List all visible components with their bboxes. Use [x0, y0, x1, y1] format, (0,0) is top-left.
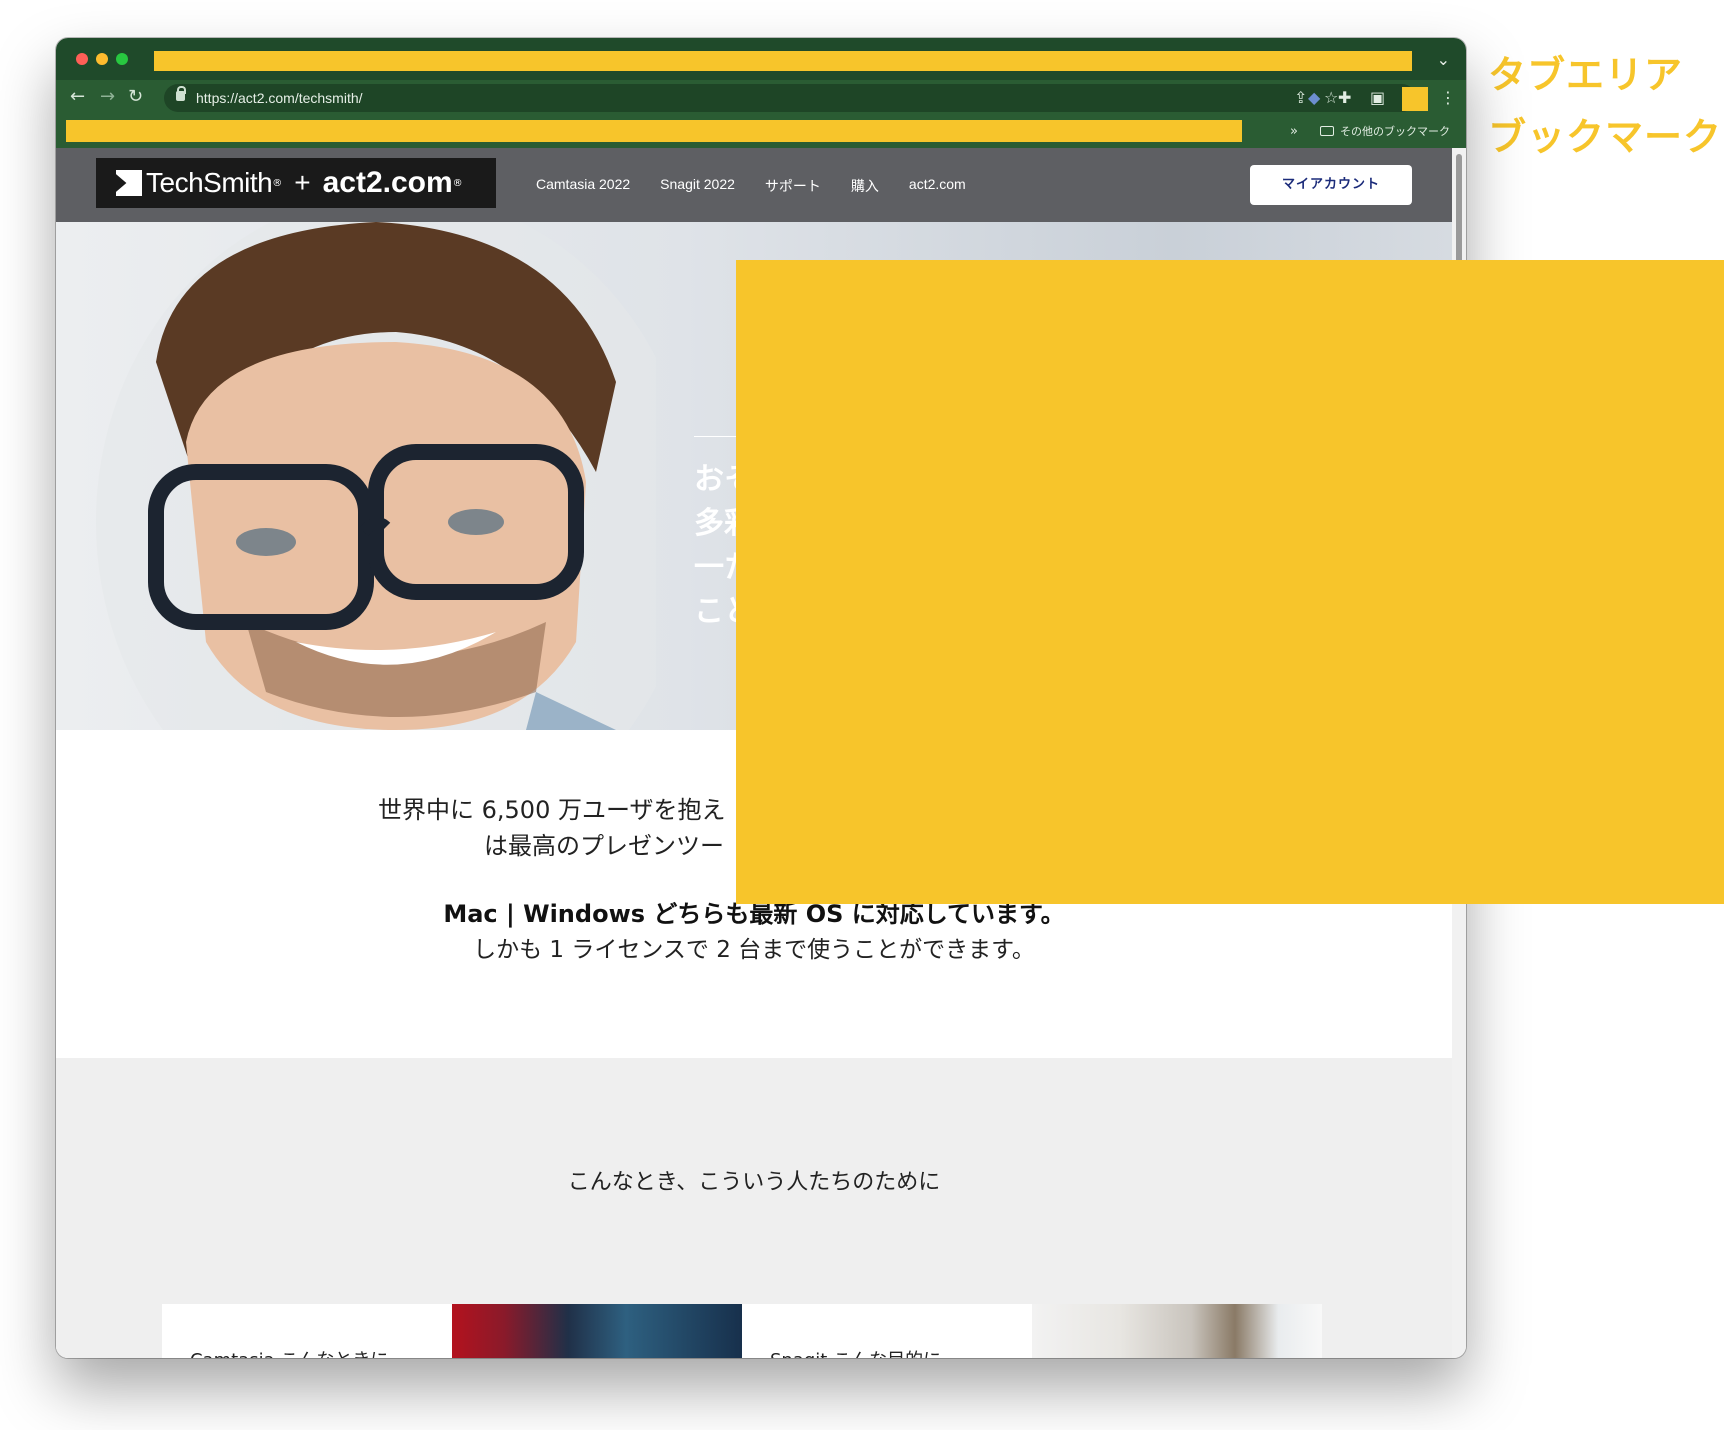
bookmarks-mask — [66, 120, 1242, 142]
logo-brand: TechSmith — [146, 167, 273, 198]
card-title: Snagit こんな目的に — [770, 1346, 941, 1358]
browser-toolbar: ← → ↻ https://act2.com/techsmith/ ⇪ ☆ ◆ … — [56, 80, 1466, 116]
lock-icon — [176, 86, 186, 101]
close-window-button[interactable] — [76, 53, 88, 65]
tab-search-chevron-icon[interactable]: ⌄ — [1437, 50, 1450, 69]
back-arrow-icon[interactable]: ← — [70, 86, 85, 108]
bookmark-star-icon[interactable]: ☆ — [1324, 88, 1338, 107]
lead-text-line2: は最高のプレゼンツー — [484, 832, 724, 860]
card-title: Camtasia こんなときに — [190, 1346, 388, 1358]
card-image — [452, 1304, 742, 1358]
nav-act2[interactable]: act2.com — [909, 176, 966, 196]
nav-support[interactable]: サポート — [765, 176, 821, 196]
hero-person-photo — [96, 222, 656, 730]
other-bookmarks-button[interactable]: その他のブックマーク — [1320, 123, 1450, 139]
logo-plus: + — [294, 167, 311, 198]
side-panel-icon[interactable]: ▣ — [1370, 88, 1385, 107]
nav-purchase[interactable]: 購入 — [851, 176, 879, 196]
menu-kebab-icon[interactable]: ⋮ — [1440, 88, 1456, 107]
logo-partner: act2.com — [322, 166, 453, 199]
redaction-overlay — [736, 260, 1724, 904]
camtasia-card[interactable]: Camtasia こんなときに — [162, 1304, 742, 1358]
lead-text-line1: 世界中に 6,500 万ユーザを抱え — [378, 796, 726, 824]
card-image — [1032, 1304, 1322, 1358]
url-text: https://act2.com/techsmith/ — [196, 90, 363, 106]
stage: タブエリア ブックマーク ⌄ ← → ↻ https://act2.com/te… — [0, 0, 1724, 1430]
nav-camtasia[interactable]: Camtasia 2022 — [536, 176, 630, 196]
site-header: TechSmith ® + act2.com ® Camtasia 2022 S… — [56, 148, 1452, 222]
snagit-card[interactable]: Snagit こんな目的に — [742, 1304, 1322, 1358]
tab-bar: ⌄ — [56, 38, 1466, 80]
address-bar[interactable]: https://act2.com/techsmith/ ⇪ ☆ — [164, 84, 1416, 112]
nav-snagit[interactable]: Snagit 2022 — [660, 176, 735, 196]
tab-area-mask — [154, 51, 1412, 71]
extension-icon[interactable]: ◆ — [1308, 88, 1320, 107]
other-bookmarks-label: その他のブックマーク — [1340, 125, 1450, 138]
logo-partner-reg-mark: ® — [452, 177, 463, 189]
use-cases-section: こんなとき、こういう人たちのために Camtasia こんなときに Snagit… — [56, 1058, 1452, 1358]
site-nav: Camtasia 2022 Snagit 2022 サポート 購入 act2.c… — [536, 176, 966, 196]
logo-reg-mark: ® — [272, 177, 283, 189]
my-account-button[interactable]: マイアカウント — [1250, 165, 1412, 205]
zoom-window-button[interactable] — [116, 53, 128, 65]
folder-icon — [1320, 126, 1334, 136]
site-logo[interactable]: TechSmith ® + act2.com ® — [96, 158, 496, 208]
annotation-tab-area: タブエリア — [1488, 53, 1684, 97]
annotation-bookmarks: ブックマーク — [1488, 115, 1723, 159]
forward-arrow-icon[interactable]: → — [100, 86, 115, 108]
window-controls — [76, 53, 128, 65]
share-icon[interactable]: ⇪ — [1294, 88, 1307, 107]
license-text: しかも 1 ライセンスで 2 台まで使うことができます。 — [473, 937, 1035, 963]
section-title: こんなとき、こういう人たちのために — [567, 1170, 941, 1195]
bookmarks-bar: » その他のブックマーク — [56, 116, 1466, 148]
reload-icon[interactable]: ↻ — [128, 86, 143, 108]
techsmith-logo-icon — [116, 170, 142, 196]
bookmarks-overflow-button[interactable]: » — [1290, 124, 1298, 139]
profile-mask — [1402, 87, 1428, 111]
minimize-window-button[interactable] — [96, 53, 108, 65]
puzzle-icon[interactable]: ✚ — [1338, 88, 1351, 107]
scroll-thumb[interactable] — [1456, 154, 1462, 274]
